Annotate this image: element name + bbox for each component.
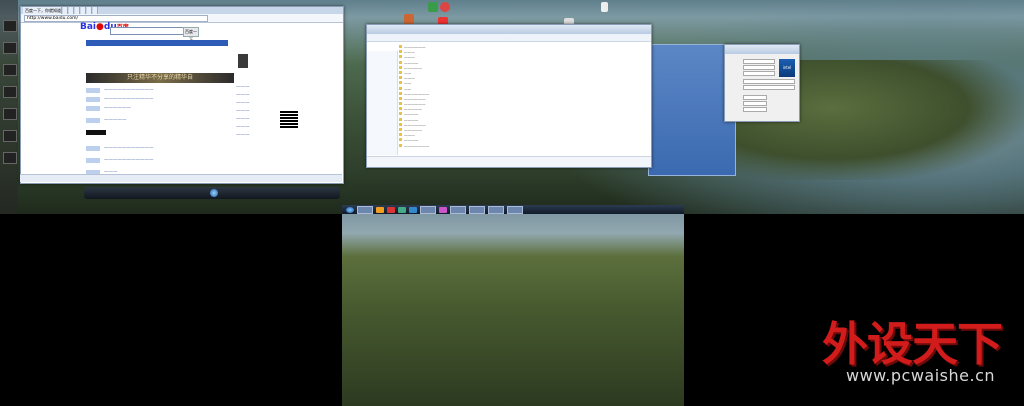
- watermark-url: www.pcwaishe.cn: [846, 366, 996, 385]
- taskbar-app-icon[interactable]: [376, 206, 384, 213]
- info-field: [743, 79, 795, 84]
- sidebar-link[interactable]: ———: [236, 116, 276, 124]
- browser-tab[interactable]: [87, 7, 92, 14]
- taskbar-app-icon[interactable]: [398, 206, 406, 213]
- taskbar: [342, 205, 684, 214]
- gadget-icon[interactable]: [3, 42, 17, 54]
- gadget-icon[interactable]: [3, 152, 17, 164]
- desktop-app-icon[interactable]: [428, 2, 438, 12]
- list-item[interactable]: [86, 130, 234, 136]
- taskbar-item[interactable]: [450, 205, 466, 214]
- taskbar-item[interactable]: [469, 205, 485, 214]
- browser-tab[interactable]: [75, 7, 80, 14]
- info-field: [743, 107, 767, 112]
- browser-tab[interactable]: [93, 7, 98, 14]
- sidebar-link[interactable]: ———: [236, 108, 276, 116]
- file-list[interactable]: —————— ——— ——— ———— ————— —— ——— —— —— —…: [399, 45, 649, 155]
- nav-item[interactable]: 新闻: [92, 51, 100, 56]
- info-field: [743, 101, 767, 106]
- explorer-status-bar: [367, 156, 651, 167]
- gadget-icon[interactable]: [3, 20, 17, 32]
- gadget-icon[interactable]: [3, 86, 17, 98]
- media-player-bar[interactable]: [84, 187, 340, 199]
- play-button[interactable]: [210, 189, 218, 197]
- taskbar-app-icon[interactable]: [409, 206, 417, 213]
- qr-code-image: [278, 108, 300, 130]
- taskbar-item[interactable]: [488, 205, 504, 214]
- taskbar-item[interactable]: [420, 205, 436, 214]
- list-item[interactable]: ——————: [86, 106, 234, 112]
- watermark-logo: 外设天下: [822, 317, 1003, 371]
- browser-tab[interactable]: [69, 7, 74, 14]
- sidebar-links: ——— ——— ——— ——— ——— ——— ———: [236, 46, 276, 176]
- address-bar: http://www.baidu.com/: [21, 14, 343, 23]
- folder-tree[interactable]: [367, 51, 398, 155]
- info-field: [743, 65, 775, 70]
- sidebar-link[interactable]: ———: [236, 92, 276, 100]
- promo-banner[interactable]: 只注精华不分享的精华自: [86, 73, 234, 83]
- gadget-icon[interactable]: [3, 64, 17, 76]
- info-field: [743, 59, 775, 64]
- list-item[interactable]: —————: [86, 118, 234, 124]
- nav-item[interactable]: 贴吧: [130, 51, 138, 56]
- browser-tab[interactable]: [63, 7, 68, 14]
- gadget-icon[interactable]: [3, 130, 17, 142]
- baidu-logo-bai: Bai: [80, 22, 97, 32]
- sidebar-link[interactable]: ———: [236, 84, 276, 92]
- sidebar-link[interactable]: ———: [236, 100, 276, 108]
- browser-tab[interactable]: 百度一下，你就知道: [23, 7, 62, 14]
- window-title: [725, 45, 799, 54]
- gadget-icon[interactable]: [3, 108, 17, 120]
- desktop-app-icon[interactable]: [440, 2, 450, 12]
- info-field: [743, 95, 767, 100]
- sidebar-link[interactable]: ———: [236, 124, 276, 132]
- search-button[interactable]: 百度一下: [183, 27, 199, 42]
- info-field: [743, 71, 775, 76]
- browser-status-bar: [20, 174, 342, 182]
- list-item[interactable]: ———————————: [86, 146, 234, 152]
- taskbar-item[interactable]: [357, 205, 373, 214]
- nav-item[interactable]: 网页: [111, 51, 119, 56]
- window-title: [367, 25, 651, 34]
- start-button[interactable]: [346, 206, 354, 213]
- list-item[interactable]: ———————————: [86, 158, 234, 164]
- taskbar-app-icon[interactable]: [387, 206, 395, 213]
- list-item[interactable]: ———————————: [86, 88, 234, 94]
- file-row[interactable]: ———————: [399, 143, 649, 149]
- desktop-secondary: [342, 214, 684, 406]
- explorer-toolbar: [367, 34, 651, 42]
- taskbar-app-icon[interactable]: [439, 206, 447, 213]
- browser-tab-strip: 百度一下，你就知道: [21, 7, 343, 14]
- intel-logo-icon: intel: [779, 59, 795, 77]
- file-explorer-window[interactable]: —————— ——— ——— ———— ————— —— ——— —— —— —…: [366, 24, 652, 168]
- desktop-app-icon[interactable]: [404, 14, 414, 24]
- sidebar-link[interactable]: ———: [236, 132, 276, 140]
- browser-tab[interactable]: [81, 7, 86, 14]
- background-window[interactable]: [648, 44, 736, 176]
- baidu-nav: 新闻 网页 贴吧: [86, 40, 228, 56]
- search-input[interactable]: [110, 27, 184, 35]
- desktop-file-icon[interactable]: [601, 2, 608, 12]
- url-input[interactable]: http://www.baidu.com/: [24, 14, 208, 22]
- list-item[interactable]: ———————————: [86, 97, 234, 103]
- gadget-sidebar: [0, 0, 18, 214]
- info-field: [743, 85, 795, 90]
- baidu-logo-paw: ●: [96, 22, 104, 32]
- cpuz-window[interactable]: intel: [724, 44, 800, 122]
- taskbar-item[interactable]: [507, 205, 523, 214]
